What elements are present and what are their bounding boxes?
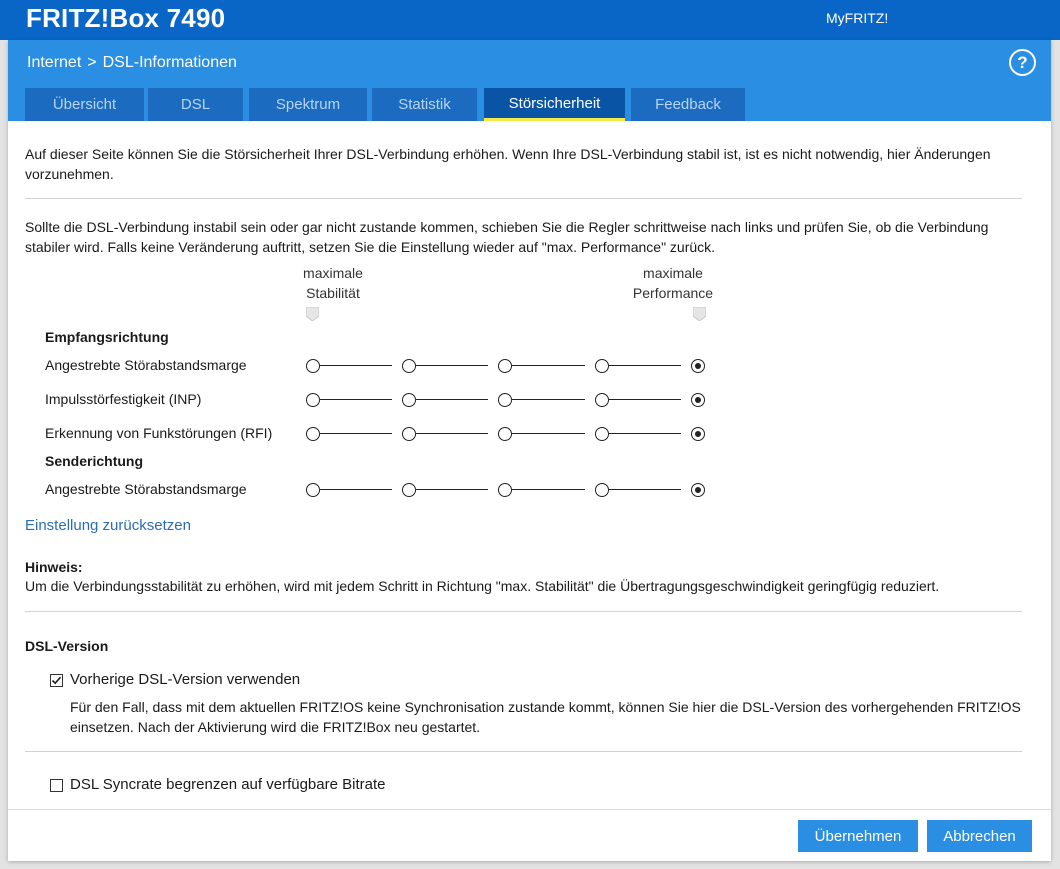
- slider-track-segment: [609, 399, 681, 400]
- slider-step-4[interactable]: [595, 393, 609, 407]
- slider-step-4[interactable]: [595, 427, 609, 441]
- tab-uebersicht[interactable]: Übersicht: [25, 88, 144, 121]
- myfritz-link[interactable]: MyFRITZ!: [826, 10, 888, 26]
- slider-receive-snr[interactable]: [306, 358, 716, 374]
- slider-step-5[interactable]: [691, 393, 705, 407]
- intro-text: Auf dieser Seite können Sie die Störsich…: [25, 146, 991, 182]
- slider-label-receive-snr: Angestrebte Störabstandsmarge: [45, 357, 247, 373]
- breadcrumb-current: DSL-Informationen: [102, 54, 237, 71]
- prev-dsl-version-description: Für den Fall, dass mit dem aktuellen FRI…: [70, 699, 1021, 735]
- breadcrumb: Internet > DSL-Informationen: [27, 54, 237, 72]
- note-text: Um die Verbindungsstabilität zu erhöhen,…: [25, 578, 940, 594]
- divider: [25, 198, 1022, 199]
- prev-dsl-version-label[interactable]: Vorherige DSL-Version verwenden: [70, 671, 300, 688]
- slider-track-segment: [416, 433, 488, 434]
- divider: [25, 611, 1022, 612]
- tab-dsl[interactable]: DSL: [148, 88, 243, 121]
- slider-step-5[interactable]: [691, 483, 705, 497]
- slider-step-3[interactable]: [498, 427, 512, 441]
- slider-step-5[interactable]: [691, 427, 705, 441]
- slider-track-segment: [609, 489, 681, 490]
- instructions-text: Sollte die DSL-Verbindung instabil sein …: [25, 219, 989, 255]
- slider-label-rfi: Erkennung von Funkstörungen (RFI): [45, 425, 273, 441]
- section-receive: Empfangsrichtung: [45, 329, 169, 345]
- main-panel: Internet > DSL-Informationen ? Übersicht…: [8, 40, 1051, 861]
- help-icon[interactable]: ?: [1009, 49, 1036, 76]
- column-head-performance-line1: maximale: [643, 265, 703, 281]
- divider: [25, 751, 1022, 752]
- slider-step-1[interactable]: [306, 427, 320, 441]
- slider-label-send-snr: Angestrebte Störabstandsmarge: [45, 481, 247, 497]
- tab-statistik[interactable]: Statistik: [372, 88, 477, 121]
- slider-step-4[interactable]: [595, 359, 609, 373]
- prev-dsl-version-checkbox[interactable]: [50, 674, 63, 687]
- tab-feedback[interactable]: Feedback: [631, 88, 745, 121]
- column-head-performance-line2: Performance: [632, 285, 714, 301]
- slider-step-2[interactable]: [402, 427, 416, 441]
- checkmark-icon: [51, 676, 62, 685]
- column-head-stability: maximale Stabilität: [293, 263, 373, 303]
- slider-track-segment: [416, 365, 488, 366]
- slider-step-1[interactable]: [306, 483, 320, 497]
- tab-spektrum[interactable]: Spektrum: [249, 88, 367, 121]
- top-bar: FRITZ!Box 7490 MyFRITZ!: [0, 0, 1060, 40]
- slider-step-4[interactable]: [595, 483, 609, 497]
- slider-track-segment: [512, 489, 585, 490]
- slider-handle-left-icon: [306, 307, 319, 321]
- slider-step-3[interactable]: [498, 359, 512, 373]
- slider-handle-right-icon: [693, 307, 706, 321]
- section-send: Senderichtung: [45, 453, 144, 469]
- slider-step-3[interactable]: [498, 393, 512, 407]
- tab-stoersicherheit[interactable]: Störsicherheit: [484, 88, 625, 121]
- slider-track-segment: [609, 365, 681, 366]
- reset-link[interactable]: Einstellung zurücksetzen: [25, 517, 191, 534]
- slider-track-segment: [512, 399, 585, 400]
- dsl-version-title: DSL-Version: [25, 638, 109, 654]
- slider-step-2[interactable]: [402, 483, 416, 497]
- slider-track-segment: [416, 489, 488, 490]
- column-head-performance: maximale Performance: [623, 263, 723, 303]
- slider-track-segment: [320, 433, 392, 434]
- brand-title: FRITZ!Box 7490: [26, 3, 226, 33]
- slider-track-segment: [320, 365, 392, 366]
- apply-button[interactable]: Übernehmen: [798, 820, 918, 852]
- slider-step-3[interactable]: [498, 483, 512, 497]
- syncrate-checkbox[interactable]: [50, 779, 63, 792]
- footer-divider: [8, 809, 1051, 810]
- column-head-stability-line2: Stabilität: [306, 285, 360, 301]
- slider-step-2[interactable]: [402, 359, 416, 373]
- page-header: Internet > DSL-Informationen ? Übersicht…: [8, 40, 1051, 121]
- slider-send-snr[interactable]: [306, 482, 716, 498]
- slider-track-segment: [609, 433, 681, 434]
- breadcrumb-parent[interactable]: Internet: [27, 54, 81, 72]
- tab-bar: Übersicht DSL Spektrum Statistik Störsic…: [8, 88, 1051, 121]
- slider-track-segment: [320, 489, 392, 490]
- slider-step-1[interactable]: [306, 393, 320, 407]
- slider-step-1[interactable]: [306, 359, 320, 373]
- slider-rfi[interactable]: [306, 426, 716, 442]
- help-glyph: ?: [1017, 52, 1028, 72]
- note-title: Hinweis:: [25, 559, 83, 575]
- slider-track-segment: [320, 399, 392, 400]
- slider-step-2[interactable]: [402, 393, 416, 407]
- column-head-stability-line1: maximale: [303, 265, 363, 281]
- syncrate-label[interactable]: DSL Syncrate begrenzen auf verfügbare Bi…: [70, 776, 385, 793]
- breadcrumb-separator: >: [87, 54, 97, 71]
- slider-inp[interactable]: [306, 392, 716, 408]
- slider-track-segment: [512, 433, 585, 434]
- slider-track-segment: [512, 365, 585, 366]
- slider-step-5[interactable]: [691, 359, 705, 373]
- slider-label-inp: Impulsstörfestigkeit (INP): [45, 391, 202, 407]
- cancel-button[interactable]: Abbrechen: [927, 820, 1032, 852]
- slider-track-segment: [416, 399, 488, 400]
